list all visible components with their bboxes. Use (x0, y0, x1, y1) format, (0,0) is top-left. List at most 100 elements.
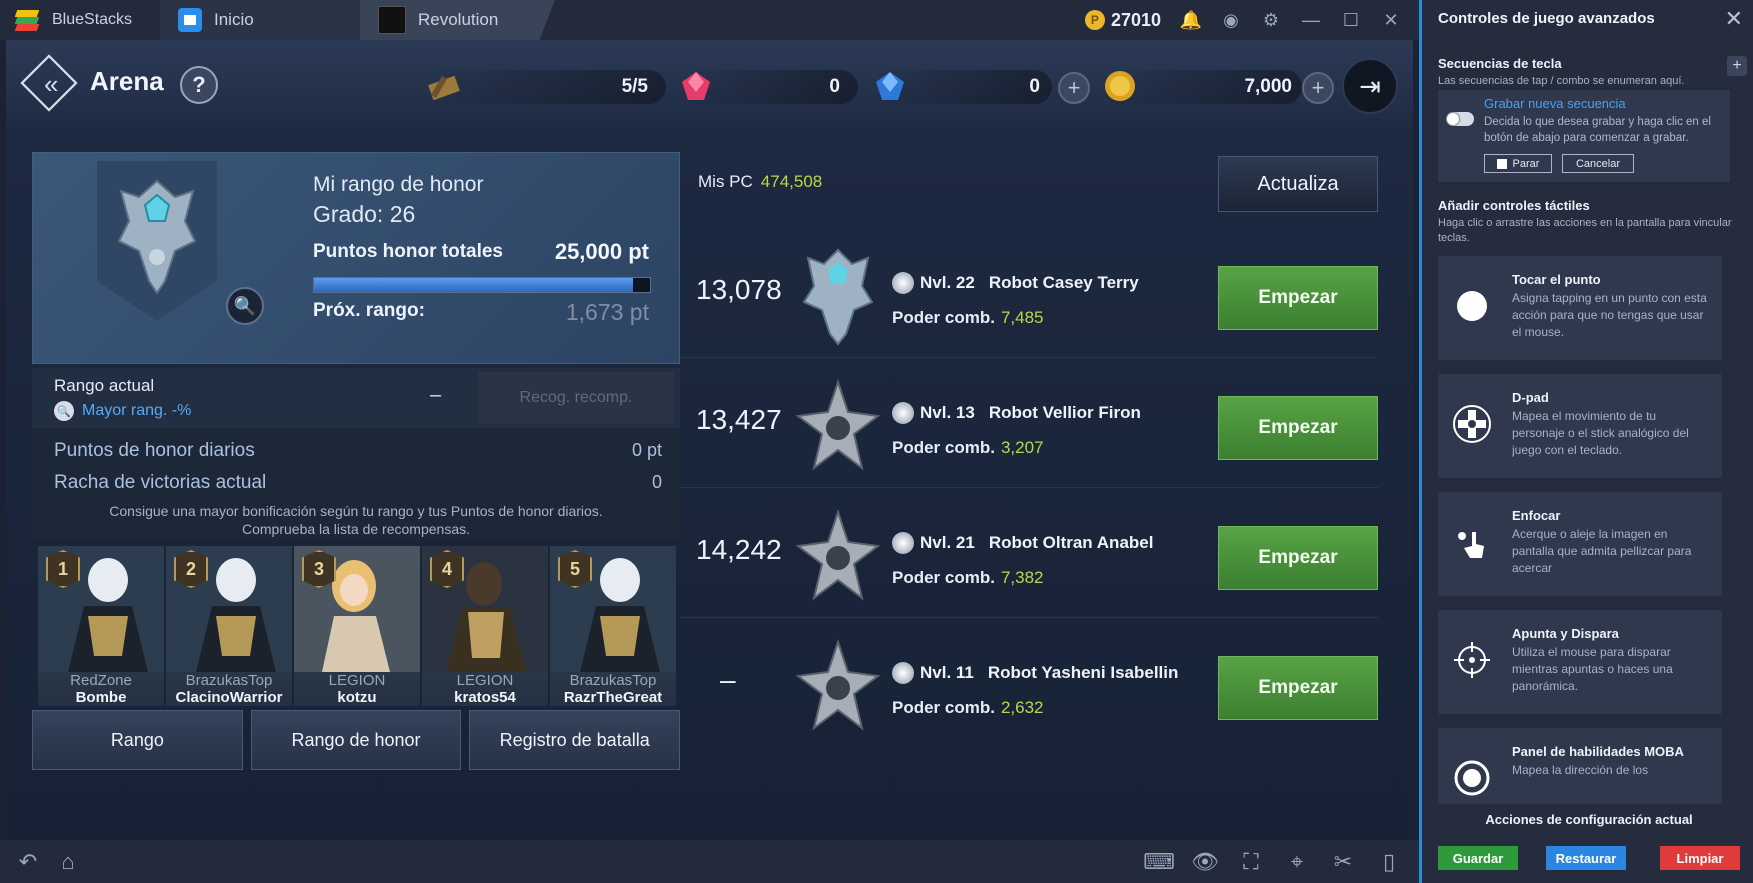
ticket-icon (428, 75, 460, 101)
add-gold-button[interactable]: + (1302, 72, 1334, 104)
opponent-score: – (720, 664, 736, 695)
fullscreen-icon[interactable]: ⛶ (1231, 849, 1271, 875)
stop-square-icon (1496, 158, 1507, 169)
control-description: Asigna tapping en un punto con esta acci… (1512, 291, 1707, 339)
control-tap-spot[interactable]: Tocar el punto Asigna tapping en un punt… (1438, 256, 1722, 360)
opponent-score: 14,242 (696, 534, 782, 565)
add-blue-gem-button[interactable]: + (1058, 72, 1090, 104)
close-icon[interactable]: ✕ (1381, 10, 1401, 30)
cancel-button[interactable]: Cancelar (1562, 154, 1634, 173)
start-battle-button[interactable]: Empezar (1218, 526, 1378, 590)
tab-home-label: Inicio (214, 10, 254, 29)
control-description: Acerque o aleje la imagen en pantalla qu… (1512, 527, 1692, 575)
page-title: Arena (90, 66, 164, 96)
tab-battle-log[interactable]: Registro de batalla (469, 710, 681, 770)
player-name: Bombe (75, 689, 127, 706)
control-aim-shoot[interactable]: Apunta y Dispara Utiliza el mouse para d… (1438, 610, 1722, 714)
opponent-level-text: Nvl. 21 (920, 533, 975, 552)
restore-button[interactable]: Restaurar (1546, 846, 1626, 870)
top-player-card[interactable]: 3 LEGION kotzu (294, 546, 420, 706)
magnifier-icon: 🔍 (233, 295, 257, 316)
current-rank-label: Rango actual (54, 376, 155, 395)
emulator-bottom-bar: ↶ ⌂ ⌨ 👁 ⛶ ⌖ ✂ ▯ (0, 840, 1419, 883)
config-actions-footer: Acciones de configuración actual Guardar… (1422, 804, 1753, 883)
coins-value: 27010 (1110, 9, 1161, 30)
clear-button[interactable]: Limpiar (1660, 846, 1740, 870)
coins-counter[interactable]: P 27010 (1084, 9, 1161, 31)
back-arrow-icon[interactable]: ↶ (8, 849, 48, 875)
bluestacks-tab[interactable]: BlueStacks (0, 0, 160, 40)
add-sequence-button[interactable]: + (1727, 56, 1747, 76)
settings-gear-icon[interactable]: ⚙ (1261, 10, 1281, 30)
start-battle-button[interactable]: Empezar (1218, 396, 1378, 460)
record-new-sequence-link[interactable]: Grabar nueva secuencia (1484, 96, 1626, 111)
tab-home[interactable]: Inicio (160, 0, 360, 40)
keyboard-icon[interactable]: ⌨ (1139, 849, 1179, 875)
help-button[interactable]: ? (180, 66, 218, 104)
opponent-power: Poder comb. 7,382 (892, 568, 1044, 588)
save-button[interactable]: Guardar (1438, 846, 1518, 870)
start-battle-button[interactable]: Empezar (1218, 266, 1378, 330)
red-gem-counter: 0 (678, 70, 858, 104)
top-players-list: 1 RedZone Bombe 2 BrazukasTop ClacinoWar… (38, 546, 676, 706)
top-player-card[interactable]: 5 BrazukasTop RazrTheGreat (550, 546, 676, 706)
opponent-level-text: Nvl. 11 (920, 663, 974, 682)
honor-emblem-icon (117, 179, 197, 295)
control-dpad[interactable]: D-pad Mapea el movimiento de tu personaj… (1438, 374, 1722, 478)
opponent-name: Robot Vellior Firon (988, 403, 1141, 422)
opponent-level-text: Nvl. 22 (920, 273, 975, 292)
reward-hint-line2: Comprueba la lista de recompensas. (241, 521, 470, 537)
home-icon[interactable]: ⌂ (48, 849, 88, 875)
guild-name: LEGION (456, 672, 514, 689)
window-titlebar: BlueStacks Inicio Revolution P 27010 🔔 ◉… (0, 0, 1419, 40)
gold-counter: 7,000 (1102, 70, 1302, 104)
location-pin-icon[interactable]: ⌖ (1277, 849, 1317, 875)
opponent-power-value: 7,485 (1000, 308, 1044, 327)
best-rank[interactable]: 🔍 Mayor rang. -% (54, 401, 191, 421)
close-icon[interactable]: ✕ (1725, 6, 1743, 32)
minimize-icon[interactable]: — (1301, 10, 1321, 30)
opponent-level-text: Nvl. 13 (920, 403, 975, 422)
stop-label: Parar (1512, 157, 1540, 170)
honor-progress-bar (313, 277, 651, 293)
guild-name: LEGION (328, 672, 386, 689)
record-description: Decida lo que desea grabar y haga clic e… (1484, 116, 1711, 144)
control-zoom[interactable]: Enfocar Acerque o aleje la imagen en pan… (1438, 492, 1722, 596)
control-moba-panel[interactable]: Panel de habilidades MOBA Mapea la direc… (1438, 728, 1722, 804)
rank-info-magnifier-button[interactable]: 🔍 (226, 287, 264, 325)
sequences-description: Las secuencias de tap / combo se enumera… (1438, 75, 1685, 87)
tab-rank[interactable]: Rango (32, 710, 243, 770)
top-player-card[interactable]: 1 RedZone Bombe (38, 546, 164, 706)
top-player-card[interactable]: 2 BrazukasTop ClacinoWarrior (166, 546, 292, 706)
gold-coin-icon (1105, 71, 1135, 101)
tab-revolution-label: Revolution (418, 10, 499, 29)
eye-icon[interactable]: 👁 (1185, 849, 1225, 875)
player-name: kotzu (337, 689, 377, 706)
opponent-name: Robot Yasheni Isabellin (987, 663, 1179, 682)
tab-revolution[interactable]: Revolution (360, 0, 555, 40)
scissors-icon[interactable]: ✂ (1323, 849, 1363, 875)
record-toggle[interactable] (1446, 112, 1474, 126)
class-icon (892, 272, 914, 294)
next-rank-label: Próx. rango: (313, 300, 425, 321)
ticket-counter: 5/5 (426, 70, 666, 104)
maximize-icon[interactable]: ☐ (1341, 10, 1361, 30)
ticket-value: 5/5 (621, 76, 648, 97)
rotate-phone-icon[interactable]: ▯ (1369, 849, 1409, 875)
stop-button[interactable]: Parar (1484, 154, 1552, 173)
control-description: Utiliza el mouse para disparar mientras … (1512, 645, 1673, 693)
next-rank-value: 1,673 pt (565, 299, 649, 325)
top-player-card[interactable]: 4 LEGION kratos54 (422, 546, 548, 706)
exit-button[interactable]: ⇥ (1342, 58, 1398, 114)
refresh-button[interactable]: Actualiza (1218, 156, 1378, 212)
start-battle-button[interactable]: Empezar (1218, 656, 1378, 720)
notification-bell-icon[interactable]: 🔔 (1180, 10, 1202, 30)
account-icon[interactable]: ◉ (1221, 10, 1241, 30)
opponent-row: – Nvl. 11 Robot Yasheni Isabellin Poder c… (680, 618, 1378, 748)
tab-honor-rank[interactable]: Rango de honor (250, 710, 462, 770)
daily-honor-label: Puntos de honor diarios (54, 440, 255, 461)
opponent-power-value: 2,632 (1000, 698, 1044, 717)
claim-reward-button[interactable]: Recog. recomp. (478, 372, 674, 424)
arena-header: « Arena ? 5/5 0 0 + 7,000 + ⇥ (6, 40, 1413, 128)
search-icon: 🔍 (54, 401, 74, 421)
